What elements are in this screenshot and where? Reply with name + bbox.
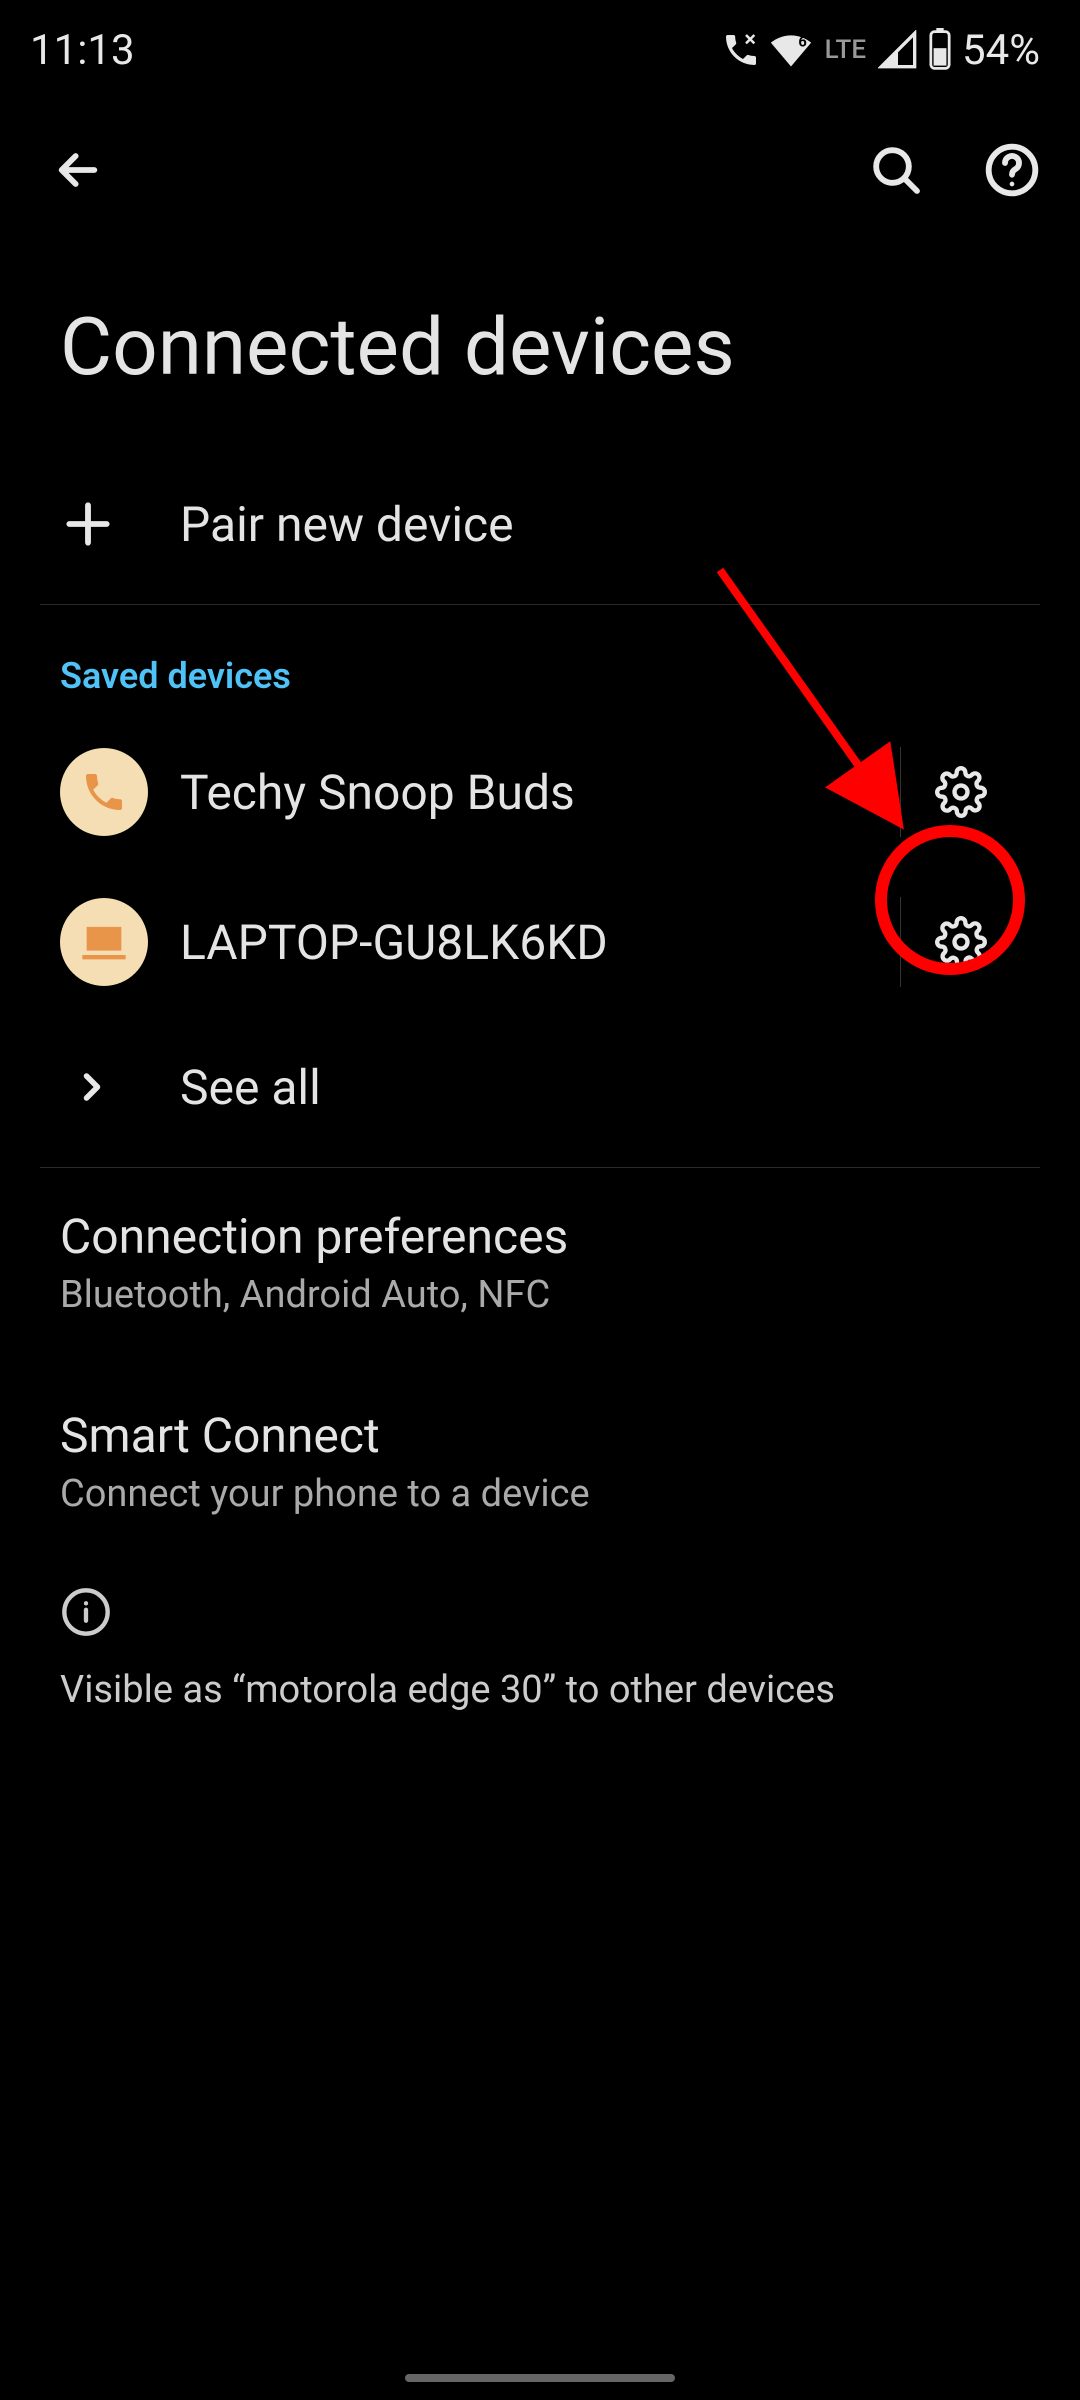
arrow-back-icon [50, 142, 106, 198]
status-bar: 11:13 6 LTE 54% [0, 0, 1080, 100]
pair-new-device-label: Pair new device [180, 496, 1020, 553]
wifi-icon: 6 [769, 28, 813, 72]
divider [40, 604, 1040, 605]
device-icon-circle [60, 748, 148, 836]
app-bar [0, 100, 1080, 240]
connection-preferences-row[interactable]: Connection preferences Bluetooth, Androi… [0, 1178, 1080, 1347]
nav-handle[interactable] [405, 2374, 675, 2382]
signal-icon [878, 30, 918, 70]
gear-icon [935, 916, 987, 968]
smart-connect-title: Smart Connect [60, 1407, 1020, 1464]
help-button[interactable] [984, 142, 1040, 198]
status-right: 6 LTE 54% [721, 26, 1040, 75]
device-row[interactable]: LAPTOP-GU8LK6KD [0, 867, 1080, 1017]
see-all-label: See all [180, 1059, 1020, 1116]
search-icon [868, 142, 924, 198]
connection-preferences-title: Connection preferences [60, 1208, 1020, 1265]
saved-devices-header: Saved devices [0, 615, 1080, 717]
svg-text:6: 6 [798, 32, 806, 50]
info-icon [60, 1586, 112, 1638]
gear-icon [935, 766, 987, 818]
status-time: 11:13 [30, 26, 135, 75]
battery-icon [926, 28, 954, 72]
device-settings-button[interactable] [900, 897, 1020, 987]
back-button[interactable] [50, 142, 106, 198]
chevron-right-icon [70, 1065, 114, 1109]
phone-icon [80, 768, 128, 816]
device-row[interactable]: Techy Snoop Buds [0, 717, 1080, 867]
lte-label: LTE [825, 35, 866, 65]
help-icon [984, 142, 1040, 198]
page-title: Connected devices [0, 240, 1080, 454]
visibility-text: Visible as “motorola edge 30” to other d… [0, 1648, 1080, 1732]
search-button[interactable] [868, 142, 924, 198]
plus-icon [60, 496, 116, 552]
connection-preferences-sub: Bluetooth, Android Auto, NFC [60, 1273, 1020, 1317]
laptop-icon [78, 916, 130, 968]
wifi-calling-icon [721, 30, 761, 70]
device-name: Techy Snoop Buds [180, 764, 900, 821]
device-icon-circle [60, 898, 148, 986]
device-settings-button[interactable] [900, 747, 1020, 837]
device-name: LAPTOP-GU8LK6KD [180, 914, 900, 971]
smart-connect-sub: Connect your phone to a device [60, 1472, 1020, 1516]
see-all-row[interactable]: See all [0, 1017, 1080, 1157]
smart-connect-row[interactable]: Smart Connect Connect your phone to a de… [0, 1377, 1080, 1546]
battery-percent: 54% [962, 26, 1040, 75]
info-row [0, 1546, 1080, 1648]
pair-new-device-row[interactable]: Pair new device [0, 454, 1080, 594]
divider [40, 1167, 1040, 1168]
